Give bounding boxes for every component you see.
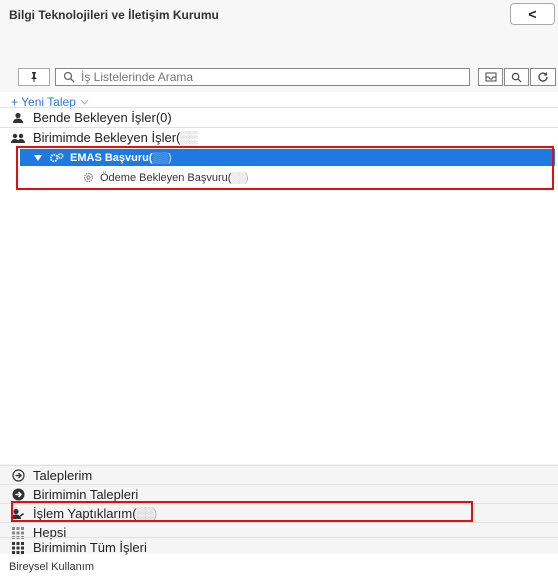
pin-icon [31, 72, 37, 82]
arrow-circle-right-icon [11, 469, 25, 483]
nav-item-unit-all-jobs[interactable]: Birimimin Tüm İşleri [0, 537, 558, 557]
search-input[interactable] [81, 70, 461, 84]
arrow-circle-filled-icon [11, 488, 25, 502]
footer-mode-label: Bireysel Kullanım [9, 561, 94, 573]
search-field[interactable] [55, 68, 470, 86]
org-title: Bilgi Teknolojileri ve İletişim Kurumu [9, 8, 219, 22]
header: Bilgi Teknolojileri ve İletişim Kurumu < [0, 0, 558, 64]
refresh-button[interactable] [530, 68, 556, 86]
nav-item-my-requests[interactable]: Taleplerim [0, 465, 558, 485]
search-toolbar [0, 64, 558, 92]
user-icon [11, 111, 25, 125]
users-icon [11, 131, 25, 145]
search-icon [511, 72, 522, 83]
nav-item-label: Bende Bekleyen İşler(0) [33, 110, 172, 125]
grid-icon [11, 541, 25, 555]
nav-item-label: Taleplerim [33, 468, 93, 483]
refresh-icon [538, 72, 548, 82]
highlight-annotation [11, 501, 473, 522]
inbox-filter-button[interactable] [478, 68, 503, 86]
nav-item-label: Birimimde Bekleyen İşler( [33, 130, 181, 145]
search-button[interactable] [504, 68, 529, 86]
inbox-icon [485, 72, 496, 82]
search-icon [63, 71, 75, 83]
highlight-annotation [16, 146, 554, 190]
nav-item-label: Birimimin Tüm İşleri [33, 540, 147, 555]
nav-item-label: Birimimin Talepleri [33, 487, 139, 502]
nav-item-pending-unit[interactable]: Birimimde Bekleyen İşler(▒▒ [0, 127, 558, 147]
collapse-panel-button[interactable]: < [510, 3, 555, 25]
nav-item-pending-mine[interactable]: Bende Bekleyen İşler(0) [0, 107, 558, 127]
chevron-down-icon [80, 99, 89, 105]
count-redacted: ▒▒ [180, 130, 197, 145]
pin-button[interactable] [18, 68, 50, 86]
